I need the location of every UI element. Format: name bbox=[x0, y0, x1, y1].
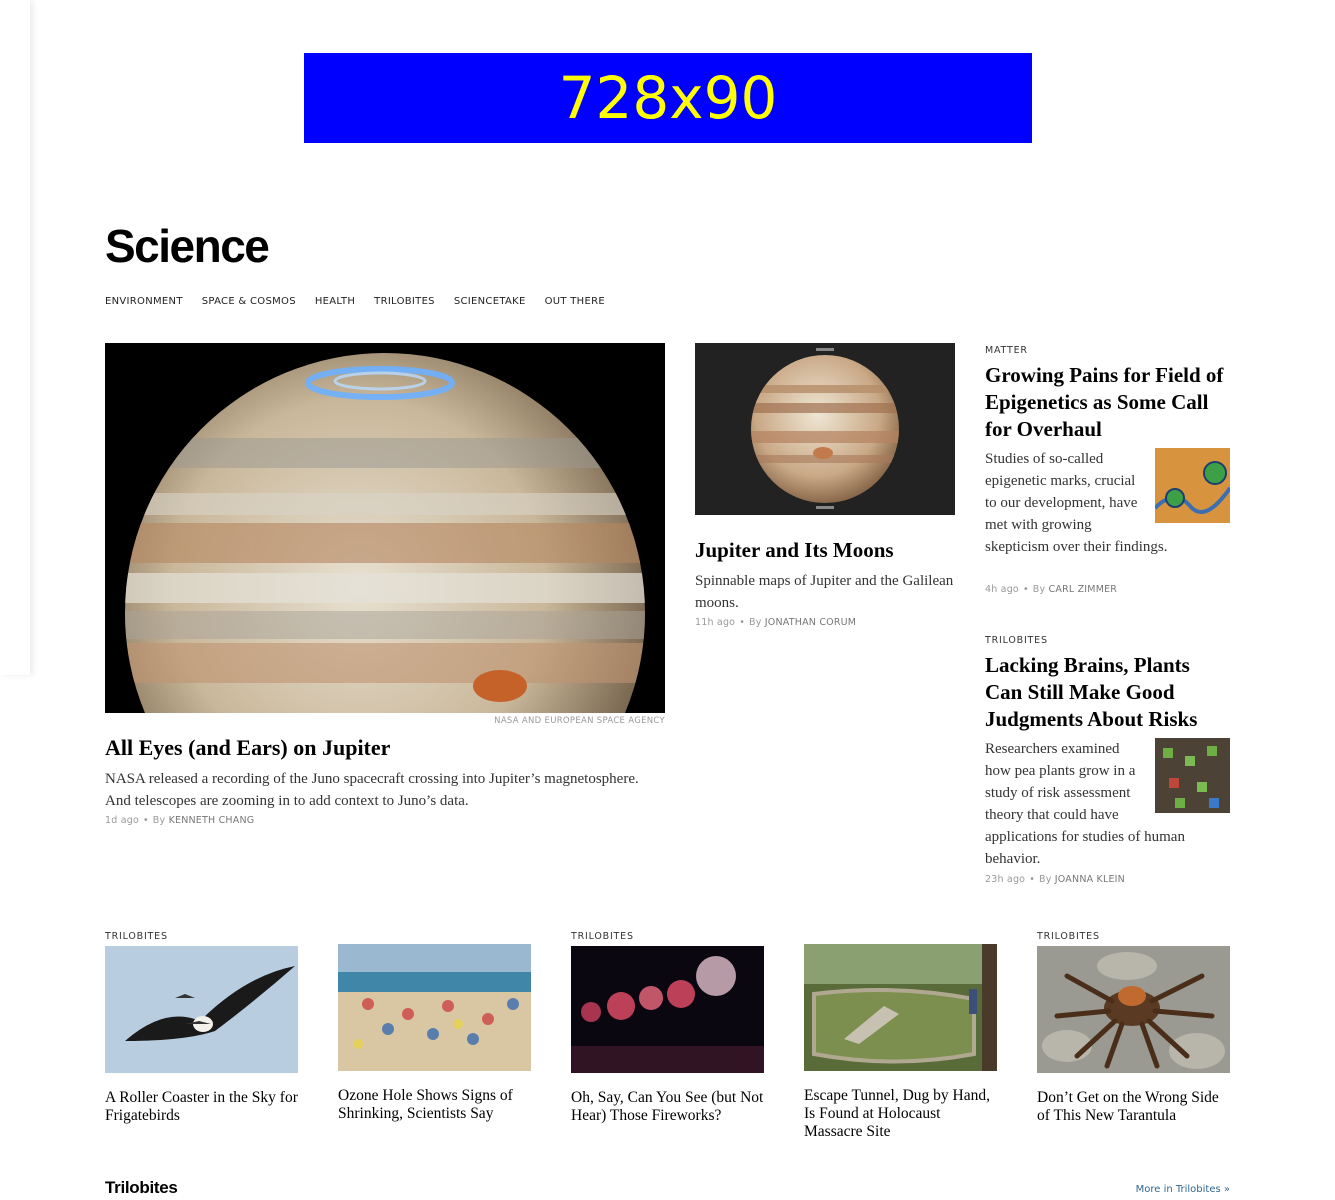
right1-byline: 4h ago • By CARL ZIMMER bbox=[985, 584, 1117, 595]
card4-title[interactable]: Escape Tunnel, Dug by Hand, Is Found at … bbox=[804, 1087, 997, 1141]
right2-summary: Researchers examined how pea plants grow… bbox=[985, 738, 1230, 870]
card1-title[interactable]: A Roller Coaster in the Sky for Frigateb… bbox=[105, 1089, 298, 1125]
card3-title[interactable]: Oh, Say, Can You See (but Not Hear) Thos… bbox=[571, 1089, 764, 1125]
byline-dot: • bbox=[142, 815, 149, 826]
card1-kicker[interactable]: TRILOBITES bbox=[105, 931, 168, 942]
right2-timestamp: 23h ago bbox=[985, 874, 1026, 885]
subnav-sciencetake[interactable]: SCIENCETAKE bbox=[454, 296, 526, 308]
card2-title[interactable]: Ozone Hole Shows Signs of Shrinking, Sci… bbox=[338, 1087, 531, 1123]
ad-banner[interactable]: 728x90 bbox=[304, 53, 1032, 143]
second-by: By bbox=[749, 617, 762, 628]
lead-byline: 1d ago • By KENNETH CHANG bbox=[105, 815, 254, 826]
lead-image-credit: NASA AND EUROPEAN SPACE AGENCY bbox=[494, 716, 665, 726]
right2-kicker[interactable]: TRILOBITES bbox=[985, 635, 1048, 646]
right1-by: By bbox=[1032, 584, 1046, 595]
right2-by: By bbox=[1039, 874, 1052, 885]
second-headline[interactable]: Jupiter and Its Moons bbox=[695, 538, 955, 563]
card3-image[interactable] bbox=[571, 946, 764, 1073]
thumbnail-float-spacer bbox=[1145, 738, 1230, 814]
lead-headline[interactable]: All Eyes (and Ears) on Jupiter bbox=[105, 735, 665, 761]
lead-image[interactable] bbox=[105, 343, 665, 713]
right1-headline[interactable]: Growing Pains for Field of Epigenetics a… bbox=[985, 362, 1230, 443]
more-trilobites-link[interactable]: More in Trilobites » bbox=[1136, 1184, 1230, 1195]
subnav-out-there[interactable]: OUT THERE bbox=[545, 296, 605, 308]
right2-headline[interactable]: Lacking Brains, Plants Can Still Make Go… bbox=[985, 652, 1230, 733]
subnav-environment[interactable]: ENVIRONMENT bbox=[105, 296, 183, 308]
right1-timestamp: 4h ago bbox=[985, 584, 1019, 595]
right1-kicker[interactable]: MATTER bbox=[985, 345, 1028, 356]
lead-summary: NASA released a recording of the Juno sp… bbox=[105, 771, 639, 809]
left-edge-shadow bbox=[0, 0, 30, 675]
trilobites-section-title[interactable]: Trilobites bbox=[105, 1178, 178, 1198]
card3-kicker[interactable]: TRILOBITES bbox=[571, 931, 634, 942]
subnav-trilobites[interactable]: TRILOBITES bbox=[374, 296, 435, 308]
card5-title[interactable]: Don’t Get on the Wrong Side of This New … bbox=[1037, 1089, 1230, 1125]
ad-label: 728x90 bbox=[558, 64, 778, 132]
byline-dot: • bbox=[1029, 874, 1036, 885]
lead-timestamp: 1d ago bbox=[105, 815, 139, 826]
card5-kicker[interactable]: TRILOBITES bbox=[1037, 931, 1100, 942]
second-timestamp: 11h ago bbox=[695, 617, 736, 628]
lead-author[interactable]: KENNETH CHANG bbox=[169, 815, 255, 826]
byline-dot: • bbox=[1022, 584, 1029, 595]
subnav-space-cosmos[interactable]: SPACE & COSMOS bbox=[202, 296, 296, 308]
second-author[interactable]: JONATHAN CORUM bbox=[765, 617, 856, 628]
right2-byline: 23h ago • By JOANNA KLEIN bbox=[985, 874, 1125, 885]
card2-image[interactable] bbox=[338, 944, 531, 1071]
section-subnav: ENVIRONMENT SPACE & COSMOS HEALTH TRILOB… bbox=[105, 296, 624, 308]
card4-image[interactable] bbox=[804, 944, 997, 1071]
second-summary: Spinnable maps of Jupiter and the Galile… bbox=[695, 573, 954, 611]
right2-author[interactable]: JOANNA KLEIN bbox=[1055, 874, 1125, 885]
section-title[interactable]: Science bbox=[105, 220, 270, 272]
card1-image[interactable] bbox=[105, 946, 298, 1073]
second-byline: 11h ago • By JONATHAN CORUM bbox=[695, 617, 856, 628]
right1-summary: Studies of so-called epigenetic marks, c… bbox=[985, 448, 1230, 558]
subnav-health[interactable]: HEALTH bbox=[315, 296, 355, 308]
byline-dot: • bbox=[739, 617, 746, 628]
second-image[interactable] bbox=[695, 343, 955, 515]
lead-by: By bbox=[152, 815, 166, 826]
thumbnail-float-spacer bbox=[1145, 448, 1230, 524]
card5-image[interactable] bbox=[1037, 946, 1230, 1073]
right1-author[interactable]: CARL ZIMMER bbox=[1049, 584, 1118, 595]
